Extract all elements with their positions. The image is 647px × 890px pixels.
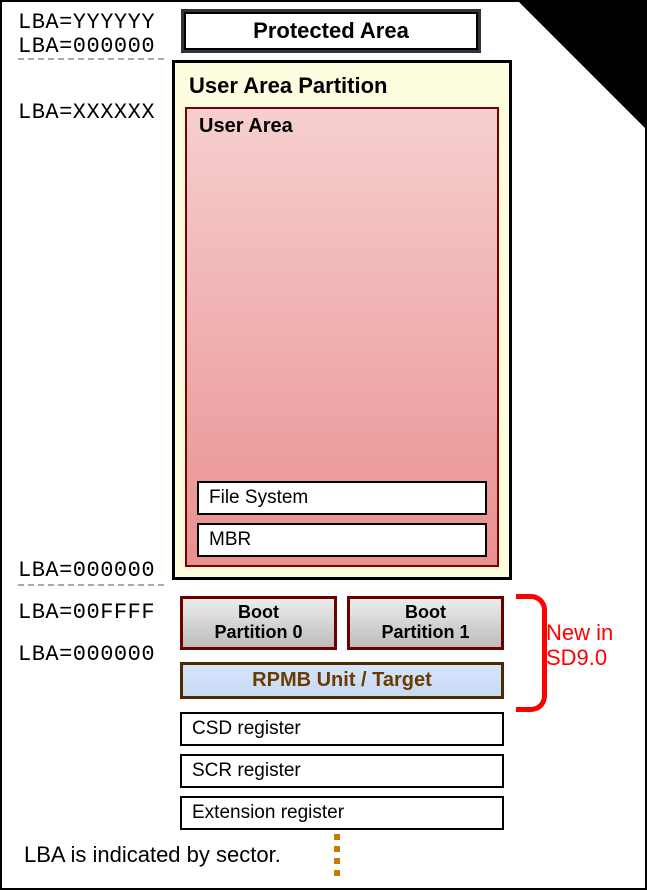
boot-1-line2: Partition 1 — [352, 623, 499, 643]
new-label-line2: SD9.0 — [546, 645, 613, 670]
new-in-sd90-label: New in SD9.0 — [546, 620, 613, 671]
protected-area-box: Protected Area — [184, 12, 478, 50]
footer-note: LBA is indicated by sector. — [24, 842, 281, 868]
new-label-line1: New in — [546, 620, 613, 645]
new-bracket — [516, 594, 547, 712]
user-area-partition: User Area Partition User Area File Syste… — [172, 60, 512, 580]
boot-1-line1: Boot — [352, 603, 499, 623]
mbr-box: MBR — [197, 523, 487, 557]
sd-card-corner-notch — [517, 0, 647, 130]
extension-register-box: Extension register — [180, 796, 504, 830]
user-area: User Area File System MBR — [185, 107, 499, 567]
lba-protected-top: LBA=YYYYYY — [18, 10, 155, 35]
lba-boot-top: LBA=00FFFF — [18, 600, 155, 625]
boot-partition-0: Boot Partition 0 — [180, 596, 337, 650]
rpmb-unit: RPMB Unit / Target — [180, 662, 504, 699]
boot-partition-1: Boot Partition 1 — [347, 596, 504, 650]
lba-boot-bot: LBA=000000 — [18, 642, 155, 667]
lba-user-top: LBA=XXXXXX — [18, 100, 155, 125]
divider-protected — [18, 58, 164, 60]
boot-0-line2: Partition 0 — [185, 623, 332, 643]
boot-0-line1: Boot — [185, 603, 332, 623]
memory-layout-diagram: LBA=YYYYYY LBA=000000 LBA=XXXXXX LBA=000… — [0, 0, 647, 890]
boot-partitions-row: Boot Partition 0 Boot Partition 1 — [180, 596, 504, 650]
user-area-title: User Area — [199, 115, 489, 138]
divider-user — [18, 584, 164, 586]
ellipsis-icon — [334, 834, 340, 876]
lba-protected-bot: LBA=000000 — [18, 34, 155, 59]
file-system-box: File System — [197, 481, 487, 515]
scr-register-box: SCR register — [180, 754, 504, 788]
user-area-partition-title: User Area Partition — [189, 73, 499, 99]
csd-register-box: CSD register — [180, 712, 504, 746]
lba-user-bot: LBA=000000 — [18, 558, 155, 583]
